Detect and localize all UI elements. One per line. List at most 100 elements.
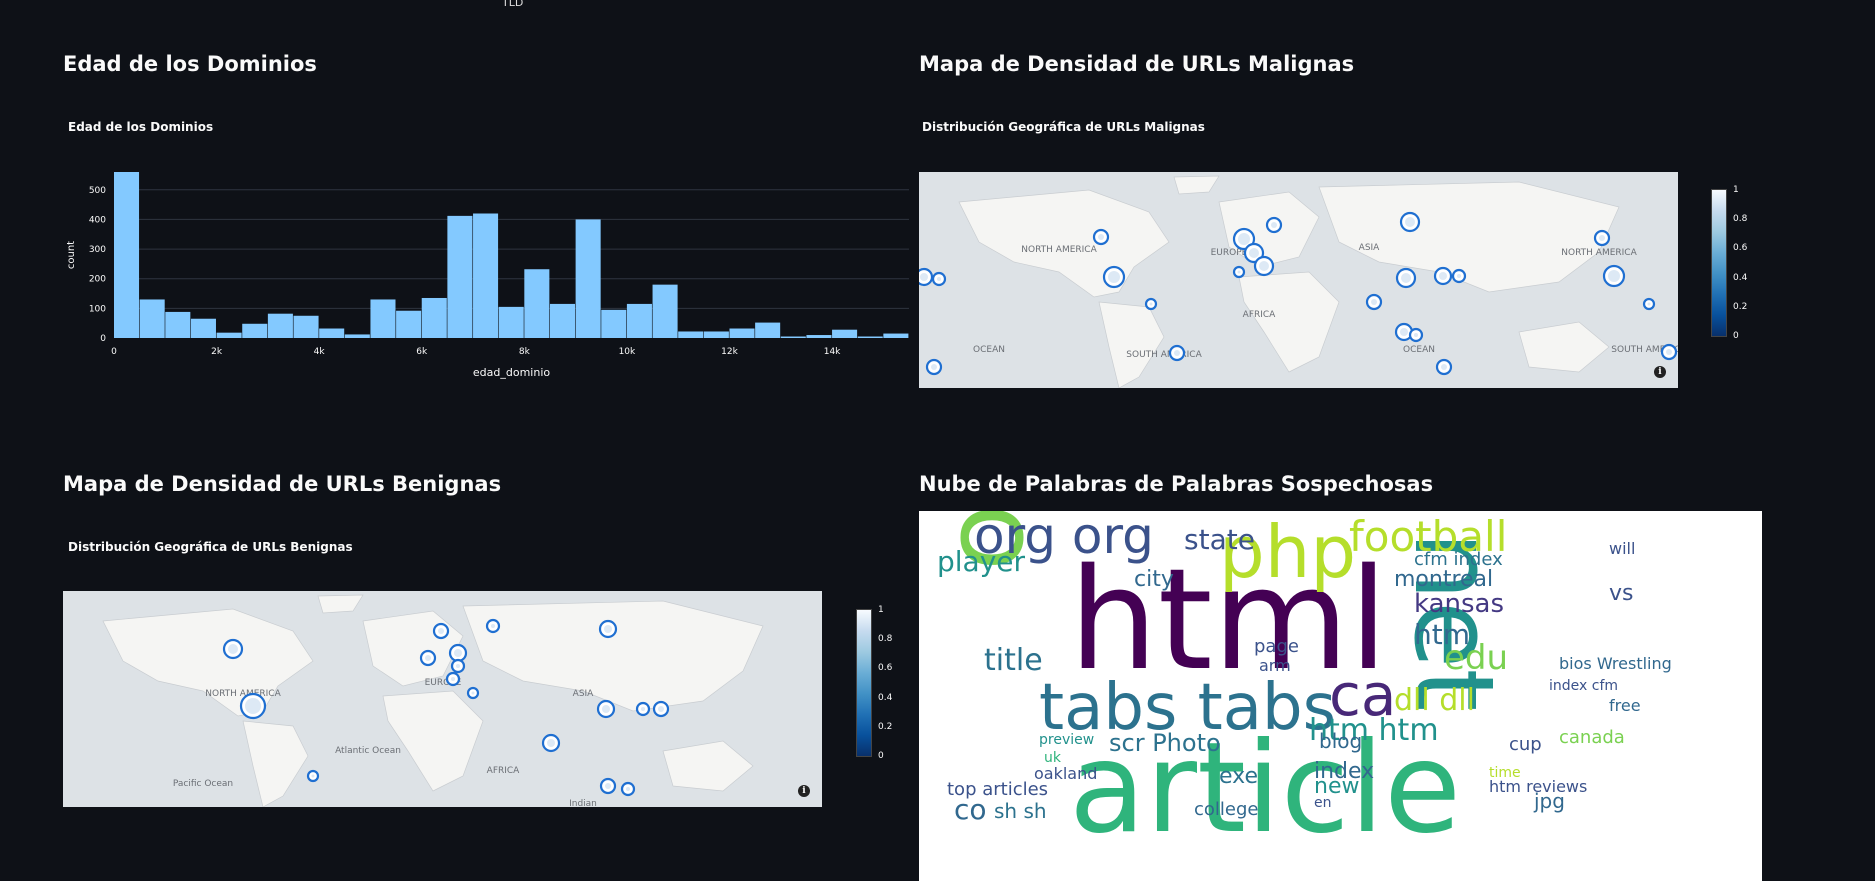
histogram-bar[interactable] (139, 299, 165, 338)
density-marker-core (1441, 364, 1447, 370)
benign-colorbar (856, 609, 872, 757)
x-tick-label: 0 (111, 347, 117, 357)
malignant-density-map[interactable]: NORTH AMERICA EUROPE ASIA AFRICA SOUTH AMERI… (919, 172, 1678, 388)
colorbar-tick: 0.4 (1733, 272, 1748, 283)
histogram-bar[interactable] (755, 322, 781, 338)
histogram-bar[interactable] (780, 336, 806, 338)
density-marker-core (1414, 333, 1418, 337)
histogram-bar[interactable] (319, 328, 345, 338)
histogram-bar[interactable] (242, 323, 268, 338)
histogram-bar[interactable] (473, 213, 499, 339)
histogram-bar[interactable] (678, 331, 704, 338)
density-marker-core (547, 739, 555, 747)
wordcloud-word: cfm index (1414, 549, 1503, 570)
wordcloud-word: cup (1509, 734, 1542, 755)
density-marker-core (1149, 302, 1153, 306)
density-marker-core (311, 774, 315, 778)
density-marker-core (1238, 233, 1250, 245)
y-tick-label: 400 (89, 215, 106, 225)
histogram-bar[interactable] (370, 299, 396, 338)
density-marker-core (931, 364, 937, 370)
histogram-bar[interactable] (396, 310, 422, 338)
chart-title-benign-map: Distribución Geográfica de URLs Benignas (68, 540, 353, 554)
map-region-label: Pacific Ocean (173, 779, 233, 789)
histogram-bar[interactable] (267, 313, 293, 338)
chart-title-domain-age: Edad de los Dominios (68, 120, 214, 134)
density-marker-core (1439, 272, 1447, 280)
histogram-bar[interactable] (729, 328, 755, 338)
map-region-label: OCEAN (973, 345, 1005, 355)
histogram-bar[interactable] (293, 315, 319, 338)
benign-density-map[interactable]: NORTH AMERICA EUROPE ASIA AFRICA Atlantic Oc… (63, 591, 822, 807)
density-marker-core (1271, 222, 1277, 228)
y-tick-label: 0 (100, 334, 106, 344)
wordcloud-word: bios Wrestling (1559, 654, 1672, 673)
histogram-bar[interactable] (524, 269, 550, 338)
colorbar-tick: 1 (1733, 185, 1739, 195)
y-axis-label: count (66, 241, 77, 269)
wordcloud-word: scr Photo (1109, 729, 1221, 757)
map-region-label: NORTH AMERICA (1021, 245, 1097, 255)
histogram-bar[interactable] (549, 303, 576, 338)
map-region-label: ASIA (1359, 243, 1381, 253)
histogram-bar[interactable] (832, 329, 858, 338)
density-marker-core (456, 664, 460, 668)
wordcloud-word: sh sh (994, 799, 1047, 823)
section-title-malignant-map: Mapa de Densidad de URLs Malignas (919, 52, 1355, 76)
section-title-benign-map: Mapa de Densidad de URLs Benignas (63, 472, 502, 496)
histogram-bar[interactable] (447, 215, 473, 338)
wordcloud-word: title (984, 643, 1043, 678)
wordcloud-word: will (1609, 539, 1636, 558)
density-marker-core (641, 707, 645, 711)
wordcloud-word: jpg (1534, 789, 1565, 813)
histogram-bar[interactable] (703, 331, 729, 338)
histogram-bar[interactable] (190, 318, 216, 338)
histogram-bar[interactable] (216, 332, 242, 338)
colorbar-tick: 0.8 (1733, 214, 1748, 225)
map-region-label: Indian (569, 799, 597, 807)
histogram-bar[interactable] (883, 333, 909, 338)
histogram-bar[interactable] (626, 303, 652, 338)
info-icon[interactable]: i (798, 785, 810, 797)
density-marker-core (1599, 235, 1605, 241)
wordcloud-word: exe (1219, 764, 1259, 789)
histogram-bar[interactable] (165, 311, 191, 338)
density-marker-core (920, 273, 928, 281)
density-marker-core (1608, 270, 1620, 282)
wordcloud-word: time (1489, 765, 1521, 781)
colorbar-tick: 0.8 (878, 634, 893, 645)
histogram-bar[interactable] (601, 309, 627, 338)
density-marker-core (658, 706, 664, 712)
wordcloud-word: kansas (1414, 589, 1505, 619)
histogram-bar[interactable] (652, 284, 678, 338)
chart-title-malignant-map: Distribución Geográfica de URLs Malignas (922, 120, 1205, 134)
histogram-bar[interactable] (857, 336, 883, 338)
map-region-label: NORTH AMERICA (1561, 248, 1637, 258)
section-title-wordcloud: Nube de Palabras de Palabras Sospechosas (919, 472, 1434, 496)
density-marker-core (1400, 328, 1408, 336)
colorbar-tick: 0 (1733, 331, 1739, 341)
x-tick-label: 10k (619, 347, 636, 357)
wordcloud-word: edu (1444, 638, 1509, 678)
wordcloud-word: college (1194, 799, 1259, 820)
histogram-bar[interactable] (114, 172, 140, 338)
histogram-bar[interactable] (344, 334, 370, 338)
colorbar-tick: 0.2 (1733, 301, 1748, 312)
wordcloud-word: arm (1259, 656, 1291, 675)
wordcloud-word: city (1134, 567, 1174, 592)
map-region-label: AFRICA (487, 766, 521, 776)
wordcloud-word: vs (1609, 581, 1634, 606)
density-marker-core (605, 783, 611, 789)
density-marker-core (1259, 261, 1269, 271)
info-icon[interactable]: i (1654, 366, 1666, 378)
density-marker-core (604, 625, 612, 633)
wordcloud-word: page (1254, 636, 1299, 657)
density-marker-core (1108, 271, 1120, 283)
wordcloud-word: co (954, 793, 987, 826)
histogram-bar[interactable] (498, 306, 524, 338)
tld-label-fragment: TLD (502, 0, 524, 9)
histogram-bar[interactable] (806, 335, 832, 338)
histogram-bar[interactable] (421, 297, 447, 338)
x-tick-label: 14k (824, 347, 841, 357)
histogram-bar[interactable] (575, 219, 601, 338)
